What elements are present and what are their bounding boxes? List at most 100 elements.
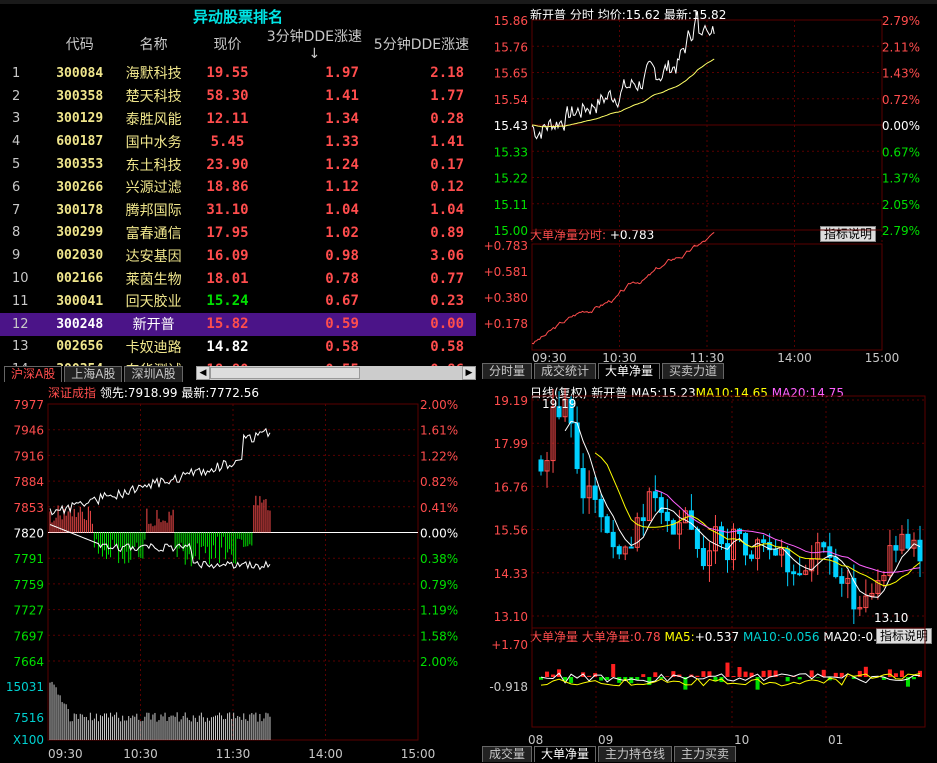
table-row[interactable]: 14300354东华测试18.800.550.86 (0, 358, 476, 366)
row-dde3: 1.33 (325, 133, 359, 150)
table-row[interactable]: 8 300299 富春通信 17.95 1.02 0.89 (0, 222, 476, 245)
index-time-tick: 11:30 (216, 747, 251, 761)
table-row[interactable]: 11 300041 回天胶业 15.24 0.67 0.23 (0, 290, 476, 313)
row-index: 1 (12, 65, 21, 81)
row-index: 11 (12, 293, 29, 309)
table-row[interactable]: 9 002030 达安基因 16.09 0.98 3.06 (0, 244, 476, 267)
candle-body (598, 498, 604, 518)
bigorder-bar (545, 671, 550, 677)
bigorder-bar (839, 672, 844, 677)
col-price[interactable]: 现价 (193, 26, 262, 62)
tab-daily-volume[interactable]: 成交量 (482, 746, 533, 762)
index-pct-tick: 0.82% (420, 475, 458, 489)
scroll-right-icon[interactable]: ▶ (462, 366, 476, 380)
row-name: 腾邦国际 (125, 203, 182, 220)
price-tick: 15.11 (494, 198, 528, 212)
ranking-panel: 异动股票排名 代码 名称 现价 3分钟DDE涨速↓ 5分钟DDE涨速 1 3000… (0, 4, 476, 366)
candle-body (694, 528, 700, 550)
candle-body (773, 549, 779, 556)
row-index: 2 (12, 88, 21, 104)
table-row[interactable]: 13 002656 卡奴迪路 14.82 0.58 0.58 (0, 336, 476, 359)
row-price: 16.09 (206, 247, 249, 264)
table-row[interactable]: 2 300358 楚天科技 58.30 1.41 1.77 (0, 85, 476, 108)
candle-body (652, 491, 658, 499)
index-panel: 深证成指 领先:7918.99 最新:7772.56 7977 2.00% 7946… (0, 382, 476, 763)
candle-body (538, 459, 544, 472)
index-pct-tick: 2.00% (420, 398, 458, 412)
intraday-tabs: 分时量 成交统计 大单净量 买卖力道 (482, 363, 726, 379)
tab-buy-sell[interactable]: 买卖力道 (662, 363, 725, 379)
row-dde5: 0.89 (430, 224, 464, 241)
date-tick: 10 (734, 733, 749, 747)
daily-chart: 19.19 17.99 16.76 15.56 14.33 13.10 +1.70 -0.91… (489, 388, 926, 747)
row-dde3: 1.12 (325, 179, 359, 196)
pct-tick: 2.79% (882, 224, 920, 238)
table-row[interactable]: 7 300178 腾邦国际 31.10 1.04 1.04 (0, 199, 476, 222)
table-row[interactable]: 4 600187 国中水务 5.45 1.33 1.41 (0, 130, 476, 153)
col-code[interactable]: 代码 (45, 26, 114, 62)
sub-tick: +0.380 (484, 291, 528, 305)
row-price: 5.45 (210, 133, 245, 150)
row-price: 14.82 (206, 338, 249, 355)
scroll-thumb[interactable] (210, 367, 360, 379)
row-code: 300041 (56, 293, 104, 309)
candle-body (791, 571, 797, 575)
row-dde5: 0.86 (367, 358, 476, 366)
table-row[interactable]: 3 300129 泰胜风能 12.11 1.34 0.28 (0, 108, 476, 131)
table-row[interactable]: 6 300266 兴源过滤 18.86 1.12 0.12 (0, 176, 476, 199)
table-row[interactable]: 10 002166 莱茵生物 18.01 0.78 0.77 (0, 267, 476, 290)
table-row[interactable]: 5 300353 东土科技 23.90 1.24 0.17 (0, 153, 476, 176)
row-code: 300178 (56, 202, 104, 218)
row-price: 31.10 (206, 202, 249, 219)
row-code: 002656 (56, 339, 104, 355)
col-name[interactable]: 名称 (114, 26, 193, 62)
bigorder-bar (641, 674, 646, 677)
index-pct-tick: 1.58% (420, 629, 458, 643)
col-dde5[interactable]: 5分钟DDE涨速 (367, 26, 476, 62)
row-index: 5 (12, 157, 21, 173)
table-row[interactable]: 1 300084 海默科技 19.55 1.97 2.18 (0, 62, 476, 85)
candle-body (604, 516, 610, 533)
row-name: 回天胶业 (125, 294, 182, 311)
tab-volume-time[interactable]: 分时量 (482, 363, 533, 379)
bigorder-bar (797, 677, 802, 680)
row-name: 卡奴迪路 (125, 339, 182, 356)
tab-big-order[interactable]: 大单净量 (598, 363, 661, 379)
pct-tick: 2.79% (882, 14, 920, 28)
tab-daily-big-order[interactable]: 大单净量 (534, 746, 597, 762)
row-code: 300084 (56, 65, 104, 81)
row-index: 14 (0, 358, 45, 366)
row-name: 富春通信 (125, 225, 182, 242)
scroll-left-icon[interactable]: ◀ (196, 366, 210, 380)
price-tick: 15.00 (494, 224, 528, 238)
vol-tick: 15031 (6, 680, 44, 694)
horizontal-scrollbar[interactable]: ◀ ▶ (196, 366, 476, 380)
price-line (531, 11, 715, 140)
row-name: 泰胜风能 (125, 111, 182, 128)
col-dde3-label: 3分钟DDE涨速 (266, 29, 363, 45)
tab-main-trade[interactable]: 主力买卖 (674, 746, 737, 762)
pct-tick: 1.37% (882, 172, 920, 186)
row-index: 7 (12, 202, 21, 218)
tab-trade-stats[interactable]: 成交统计 (534, 363, 597, 379)
vol-tick: 7516 (13, 711, 44, 725)
col-dde3[interactable]: 3分钟DDE涨速↓ (262, 26, 367, 62)
table-row[interactable]: 12 300248 新开普 15.82 0.59 0.00 (0, 312, 476, 336)
price-tick: 15.76 (494, 40, 528, 54)
index-price-tick: 7977 (13, 398, 44, 412)
sort-down-icon: ↓ (308, 46, 321, 62)
col-index (0, 26, 45, 62)
row-dde3: 0.55 (262, 358, 367, 366)
market-tabs: 沪深A股 上海A股 深圳A股 (4, 366, 185, 382)
row-price: 18.01 (206, 270, 249, 287)
tab-hs-a[interactable]: 沪深A股 (4, 366, 63, 382)
tab-sz-a[interactable]: 深圳A股 (124, 366, 183, 382)
row-dde3: 1.04 (325, 202, 359, 219)
tab-sh-a[interactable]: 上海A股 (64, 366, 123, 382)
candle-body (574, 422, 580, 470)
index-time-tick: 14:00 (308, 747, 343, 761)
tab-main-position[interactable]: 主力持仓线 (598, 746, 673, 762)
row-dde5: 0.17 (430, 156, 464, 173)
index-price-tick: 7727 (13, 604, 44, 618)
candle-body (592, 485, 598, 500)
